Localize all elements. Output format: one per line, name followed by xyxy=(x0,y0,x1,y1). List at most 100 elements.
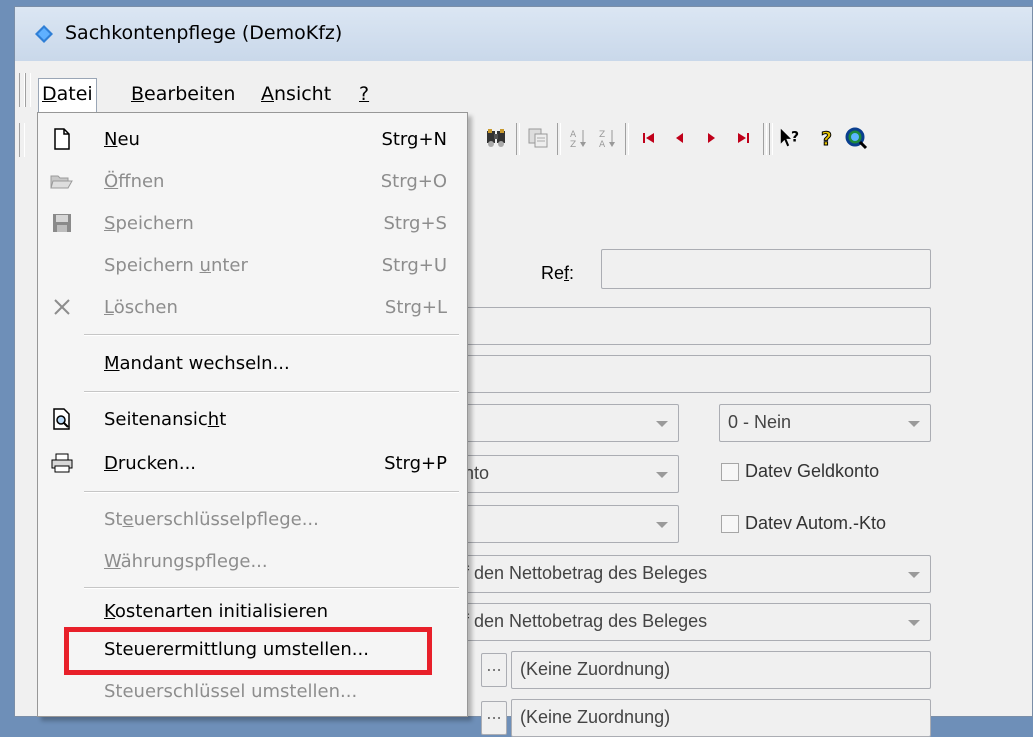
delete-x-icon xyxy=(50,295,74,319)
menu-item-seitenansicht[interactable]: Seitenansicht xyxy=(38,401,467,439)
last-record-icon[interactable] xyxy=(730,125,756,151)
label-post: eu xyxy=(117,129,140,150)
zuordnung-2-field[interactable]: (Keine Zuordnung) xyxy=(511,699,931,737)
label-post: uerschlüsselpflege... xyxy=(133,509,319,530)
browse-dots-2: ... xyxy=(486,704,502,723)
name2-input[interactable] xyxy=(455,355,931,393)
combo-0-nein[interactable]: 0 - Nein xyxy=(719,404,931,442)
context-help-icon[interactable]: ? xyxy=(778,125,804,151)
svg-text:A: A xyxy=(570,130,577,140)
label-accel: M xyxy=(104,353,120,374)
combo-netto-2-value: f den Nettobetrag des Beleges xyxy=(464,611,708,631)
svg-text:Z: Z xyxy=(570,140,576,149)
label-pre: Speichern xyxy=(104,255,200,276)
combo-left-1[interactable] xyxy=(455,404,679,442)
chevron-down-icon xyxy=(908,620,920,626)
menu-datei-label: atei xyxy=(56,83,93,105)
zuordnung-2-browse-button[interactable]: ... xyxy=(481,701,507,735)
globe-search-icon[interactable] xyxy=(843,125,869,151)
label-post: ährungspflege... xyxy=(120,551,268,572)
menu-separator xyxy=(84,334,459,336)
menu-bearbeiten[interactable]: Bearbeiten xyxy=(127,81,239,107)
datev-autom-checkbox[interactable]: Datev Autom.-Kto xyxy=(721,513,886,534)
menu-item-mandant-wechseln[interactable]: Mandant wechseln... xyxy=(38,345,467,383)
datev-geldkonto-label: Datev Geldkonto xyxy=(745,461,880,481)
menu-item-speichern-unter[interactable]: Speichern unter Strg+U xyxy=(38,247,467,285)
app-diamond-icon xyxy=(35,25,53,43)
menu-bar: Datei Bearbeiten Ansicht ? xyxy=(15,61,1032,115)
toolbar-grip[interactable] xyxy=(19,123,25,157)
combo-0-nein-value: 0 - Nein xyxy=(728,412,792,432)
menu-item-label: Seitenansicht xyxy=(104,409,226,430)
menu-item-label: Drucken... xyxy=(104,453,196,474)
label-pre: Seitenansic xyxy=(104,409,208,430)
sort-desc-icon[interactable]: ZA xyxy=(595,125,621,151)
name-input[interactable] xyxy=(455,307,931,345)
window-title: Sachkontenpflege (DemoKfz) xyxy=(65,22,343,44)
combo-netto-1[interactable]: f den Nettobetrag des Beleges xyxy=(455,555,931,593)
menubar-grip-2[interactable] xyxy=(25,73,31,107)
combo-netto-1-value: f den Nettobetrag des Beleges xyxy=(464,563,708,583)
menu-item-steuerschluesselpflege[interactable]: Steuerschlüsselpflege... xyxy=(38,501,467,539)
label-accel: u xyxy=(199,255,211,276)
label-accel: S xyxy=(104,213,116,234)
checkbox-box[interactable] xyxy=(721,462,739,481)
label-post: peichern xyxy=(115,213,194,234)
menu-help-accel: ? xyxy=(359,83,370,105)
menu-item-kostenarten-initialisieren[interactable]: Kostenarten initialisieren xyxy=(38,593,467,631)
label-post: rucken... xyxy=(117,453,197,474)
datev-geldkonto-checkbox[interactable]: Datev Geldkonto xyxy=(721,461,879,482)
menu-item-shortcut: Strg+P xyxy=(384,453,447,474)
chevron-down-icon xyxy=(908,421,920,427)
menu-item-label: Öffnen xyxy=(104,171,164,192)
label-pre: Steuerschlüssel umstellen... xyxy=(104,681,358,702)
toolbar-separator xyxy=(516,123,520,155)
menu-item-oeffnen[interactable]: Öffnen Strg+O xyxy=(38,163,467,201)
svg-text:Z: Z xyxy=(599,130,605,140)
checkbox-box[interactable] xyxy=(721,514,739,533)
prev-record-icon[interactable] xyxy=(667,125,693,151)
menu-datei-accel: D xyxy=(42,83,57,105)
help-icon[interactable]: ? xyxy=(815,125,841,151)
menu-separator xyxy=(84,391,459,393)
toolbar-separator-3 xyxy=(625,123,629,155)
label-post: öschen xyxy=(113,297,178,318)
menu-item-shortcut: Strg+S xyxy=(383,213,447,234)
browse-dots-1: ... xyxy=(486,656,502,675)
menu-item-waehrungspflege[interactable]: Währungspflege... xyxy=(38,543,467,581)
label-post: andant wechseln... xyxy=(119,353,290,374)
first-record-icon[interactable] xyxy=(636,125,662,151)
ref-input[interactable] xyxy=(601,249,931,289)
zuordnung-1-browse-button[interactable]: ... xyxy=(481,653,507,687)
next-record-icon[interactable] xyxy=(698,125,724,151)
menu-ansicht[interactable]: Ansicht xyxy=(257,81,335,107)
chevron-down-icon xyxy=(908,572,920,578)
menu-item-shortcut: Strg+N xyxy=(381,129,447,150)
open-folder-icon xyxy=(50,169,74,193)
title-bar[interactable]: Sachkontenpflege (DemoKfz) xyxy=(15,7,1032,62)
menu-item-label: Währungspflege... xyxy=(104,551,268,572)
copy-icon[interactable] xyxy=(525,125,551,151)
combo-netto-2[interactable]: f den Nettobetrag des Beleges xyxy=(455,603,931,641)
combo-left-3[interactable] xyxy=(455,505,679,543)
menu-item-speichern[interactable]: Speichern Strg+S xyxy=(38,205,467,243)
menu-ansicht-accel: A xyxy=(261,83,274,105)
zuordnung-1-value: (Keine Zuordnung) xyxy=(520,659,671,679)
menu-item-drucken[interactable]: Drucken... Strg+P xyxy=(38,445,467,483)
menu-item-loeschen[interactable]: Löschen Strg+L xyxy=(38,289,467,327)
ref-label: Ref: xyxy=(541,263,574,284)
zuordnung-1-field[interactable]: (Keine Zuordnung) xyxy=(511,651,931,689)
menu-datei[interactable]: Datei xyxy=(38,78,97,115)
datei-dropdown-menu: Neu Strg+N Öffnen Strg+O Speichern Strg+… xyxy=(37,112,468,717)
chevron-down-icon xyxy=(656,522,668,528)
sort-asc-icon[interactable]: AZ xyxy=(566,125,592,151)
menu-item-neu[interactable]: Neu Strg+N xyxy=(38,121,467,159)
label-accel: W xyxy=(104,551,121,572)
ref-label-colon: : xyxy=(569,263,575,283)
menu-help[interactable]: ? xyxy=(355,81,373,107)
menu-item-steuerschluessel-umstellen[interactable]: Steuerschlüssel umstellen... xyxy=(38,673,467,711)
find-icon[interactable] xyxy=(484,125,510,151)
combo-konto[interactable]: nto xyxy=(455,455,679,493)
zuordnung-2-value: (Keine Zuordnung) xyxy=(520,707,671,727)
printer-icon xyxy=(50,451,74,475)
